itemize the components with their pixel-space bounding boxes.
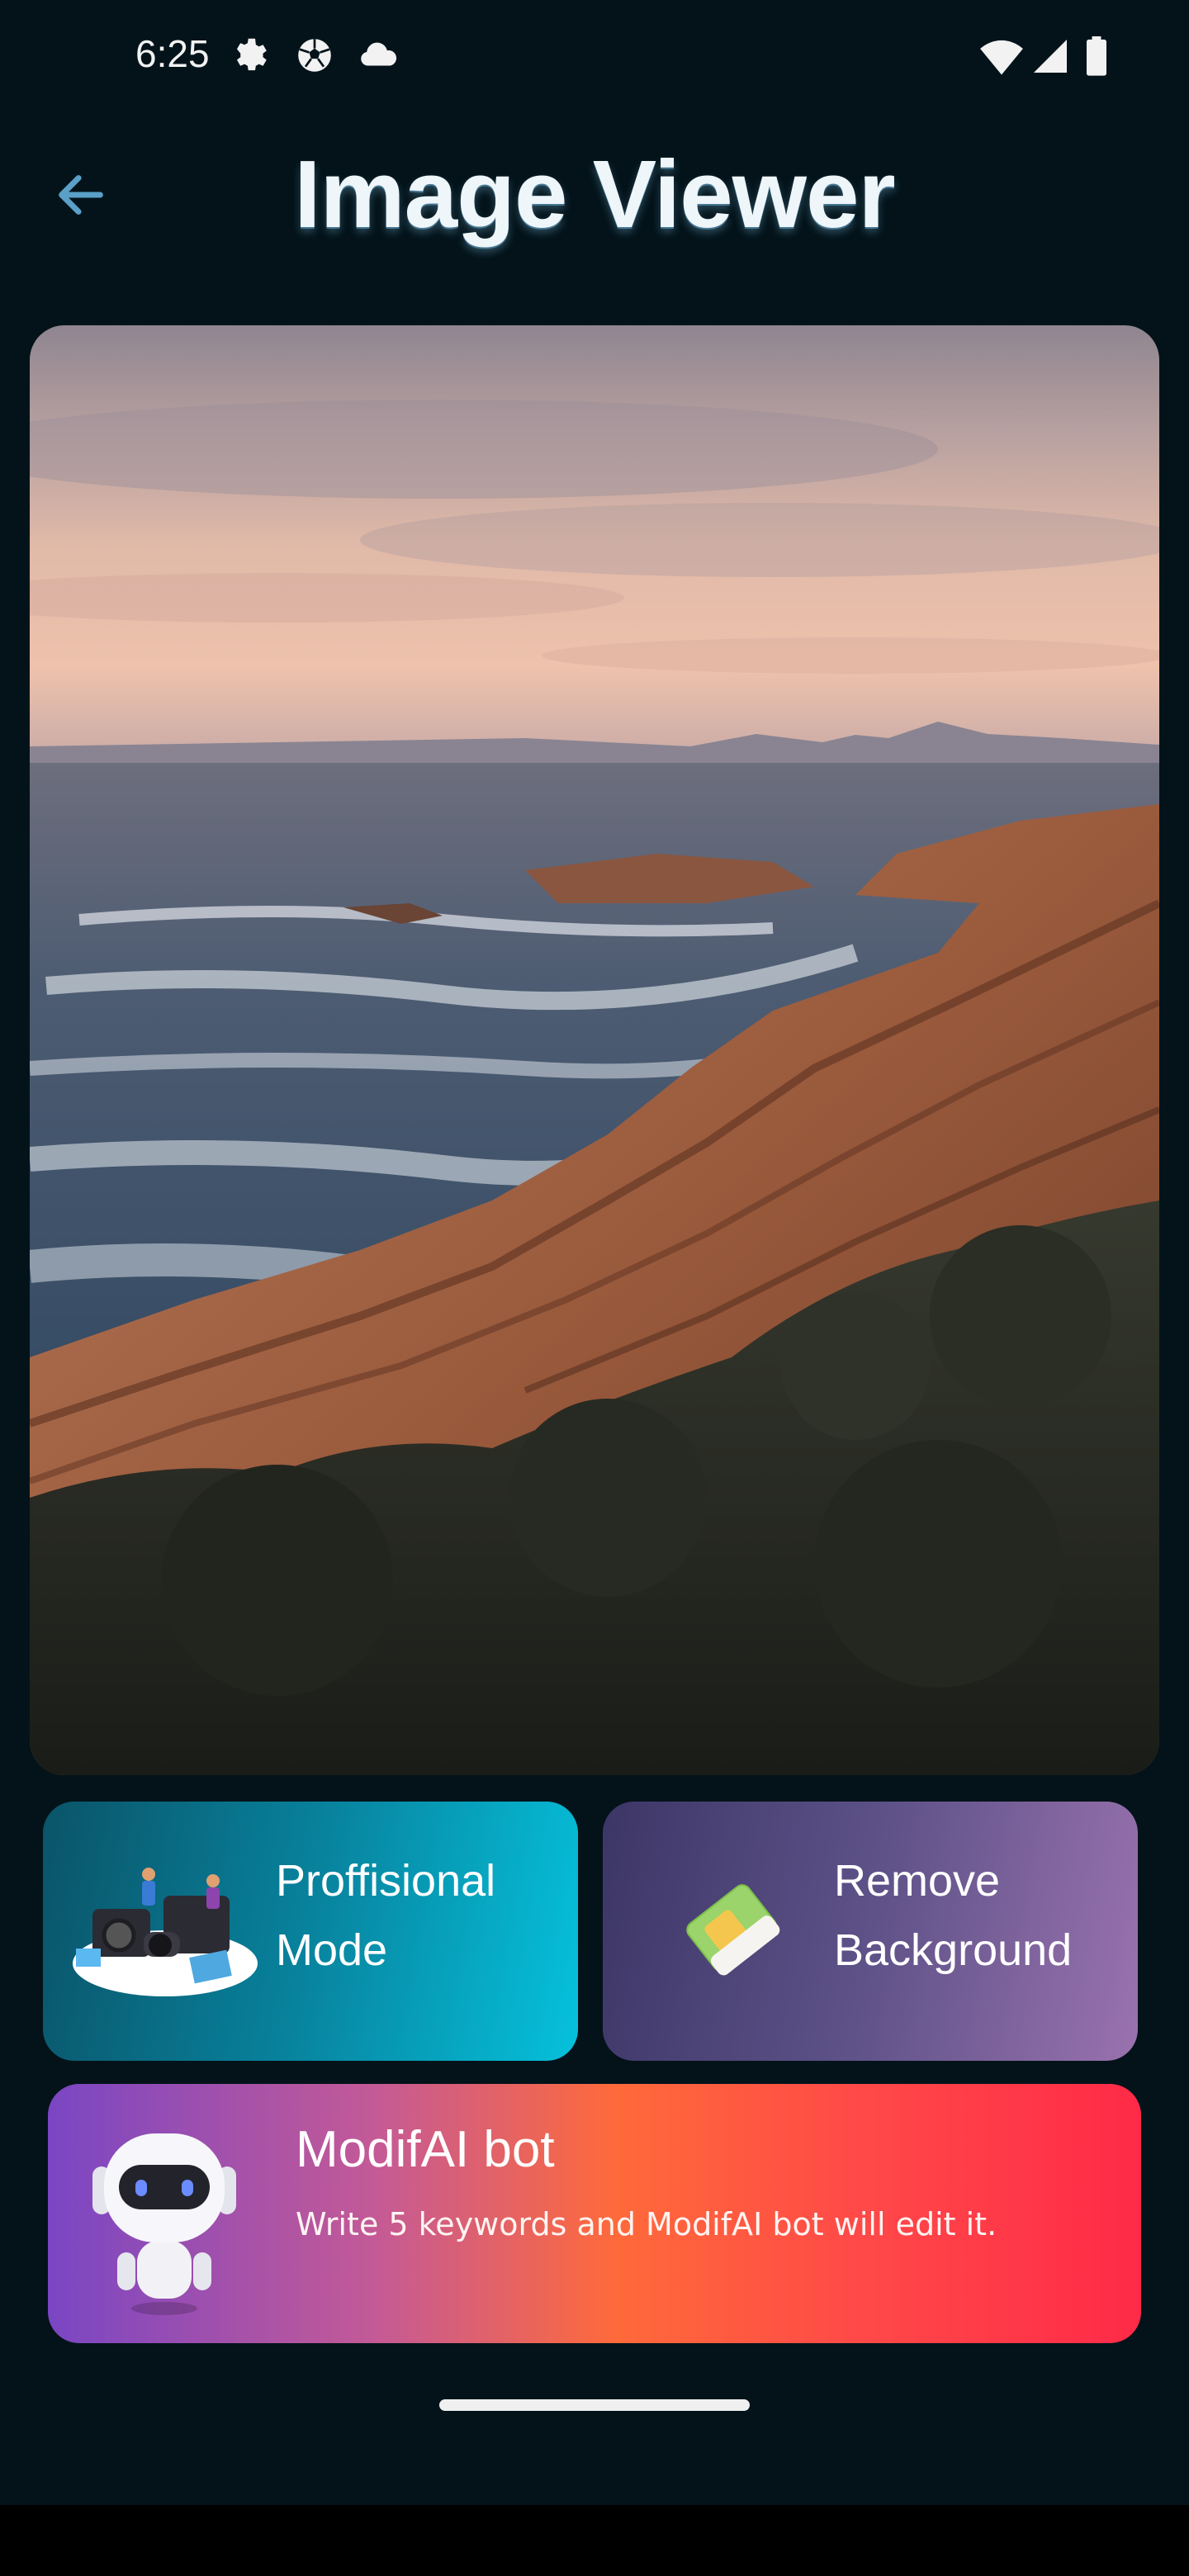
camera-illustration-icon [68,1859,263,2004]
home-indicator[interactable] [439,2399,750,2411]
professional-mode-button[interactable]: Proffisional Mode [43,1802,578,2061]
modifai-bot-description: Write 5 keywords and ModifAI bot will ed… [296,2206,997,2242]
soccer-ball-icon [294,35,335,76]
cloud-icon [357,35,398,76]
coastal-rocks-sunset-photo [30,325,1159,1775]
settings-gear-icon [230,35,271,76]
professional-mode-label: Proffisional Mode [276,1856,496,1975]
battery-icon [1085,36,1108,76]
navigation-bar [0,2505,1189,2576]
page-title: Image Viewer [294,140,895,248]
remove-background-button[interactable]: Remove Background [603,1802,1138,2061]
robot-icon [78,2117,251,2327]
modifai-bot-title: ModifAI bot [296,2121,555,2178]
eraser-icon [675,1874,788,1986]
modifai-bot-button[interactable]: ModifAI bot Write 5 keywords and ModifAI… [48,2084,1141,2343]
status-bar: 6:25 [0,0,1189,116]
remove-background-label: Remove Background [834,1856,1073,1975]
signal-icon [1030,36,1070,76]
wifi-icon [979,36,1024,76]
status-time: 6:25 [135,32,210,75]
image-preview[interactable] [30,325,1159,1775]
